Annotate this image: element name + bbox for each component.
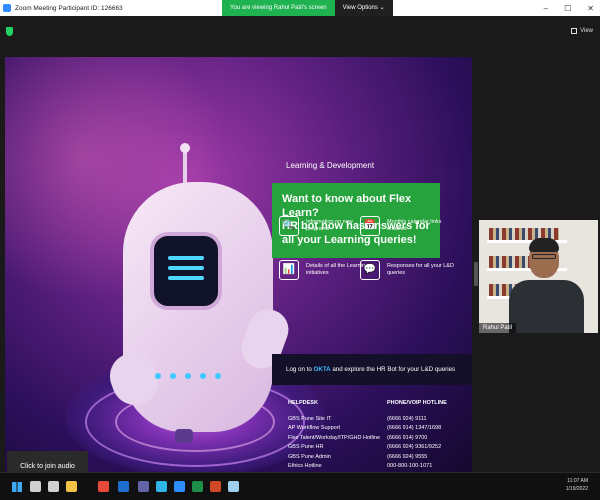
helpdesk-row: GBS Pune HR (6666 924) 9361/9252 xyxy=(288,443,468,452)
feature-item: 📅 Monthly calendar links enabled xyxy=(360,216,457,236)
system-clock[interactable]: 11:07 AM 1/19/2022 xyxy=(566,477,588,493)
participant-body xyxy=(509,280,584,333)
robot-light xyxy=(200,373,206,379)
window-title: Zoom Meeting Participant ID: 126663 xyxy=(15,4,123,12)
robot-antenna xyxy=(183,147,187,187)
notepad-icon[interactable] xyxy=(228,481,239,492)
excel-icon[interactable] xyxy=(192,481,203,492)
helpdesk-name: Ethics Hotline xyxy=(288,463,322,470)
robot-mouth xyxy=(175,429,193,443)
helpdesk-phone: (6666 914) 1347/1698 xyxy=(387,425,442,432)
feature-item: 💬 Responses for all your L&D queries xyxy=(360,260,457,280)
feature-text: Monthly calendar links enabled xyxy=(387,219,442,232)
okta-suffix: and explore the HR Bot for your L&D quer… xyxy=(330,366,456,373)
participant-name: Rahul Patil xyxy=(479,323,517,333)
robot-face-screen xyxy=(150,232,222,310)
robot-eye-bar xyxy=(168,266,204,270)
helpdesk-row: GBS Pune Site IT (6666 924) 9111 xyxy=(288,415,468,424)
teams-icon[interactable] xyxy=(138,481,149,492)
helpdesk-phone: (6666 914) 9700 xyxy=(387,434,428,441)
window-controls: – ☐ ✕ xyxy=(544,0,594,16)
windows-start-icon[interactable] xyxy=(12,482,22,492)
viewing-screen-label: You are viewing Rahul Patil's screen xyxy=(222,0,335,16)
helpdesk-row: Flex Talent/Workday/ITP/GHD Hotline (666… xyxy=(288,434,468,443)
outlook-icon[interactable] xyxy=(118,481,129,492)
chat-response-icon: 💬 xyxy=(360,260,380,280)
okta-banner: Log on to OKTA and explore the HR Bot fo… xyxy=(272,354,472,385)
helpdesk-name: GBS Pune Admin xyxy=(288,453,331,460)
robot-light xyxy=(170,373,176,379)
task-view-icon[interactable] xyxy=(48,481,59,492)
helpdesk-phone: (6666 924) 9555 xyxy=(387,453,428,460)
file-explorer-icon[interactable] xyxy=(66,481,77,492)
presentation-icon: 📊 xyxy=(279,260,299,280)
calendar-icon: 📅 xyxy=(360,216,380,236)
windows-taskbar: 11:07 AM 1/19/2022 xyxy=(0,472,600,500)
robot-eye-bar xyxy=(168,276,204,280)
helpdesk-row: Ethics Hotline 000-800-100-1071 xyxy=(288,462,468,471)
clock-time: 11:07 AM xyxy=(567,478,588,484)
security-shield-icon[interactable] xyxy=(6,27,13,36)
helpdesk-name: Flex Talent/Workday/ITP/GHD Hotline xyxy=(288,434,381,441)
robot-antenna-tip xyxy=(180,143,190,153)
grid-view-icon xyxy=(571,28,578,34)
close-button[interactable]: ✕ xyxy=(587,4,594,13)
search-icon[interactable] xyxy=(30,481,41,492)
feature-text: Responses for all your L&D queries xyxy=(387,263,454,276)
edge-icon[interactable] xyxy=(156,481,167,492)
view-options-button[interactable]: View Options ⌄ xyxy=(334,0,393,16)
helpdesk-name: GBS Pune Site IT xyxy=(288,416,332,422)
helpdesk-column-header: HELPDESK xyxy=(288,400,318,406)
helpdesk-row: AP Workflow Support (6666 914) 1347/1698 xyxy=(288,424,468,433)
minimize-button[interactable]: – xyxy=(544,4,548,13)
robot-light xyxy=(155,373,161,379)
okta-prefix: Log on to xyxy=(286,366,314,373)
helpdesk-phone: (6666 924) 9111 xyxy=(387,416,427,422)
helpdesk-phone: 000-800-100-1071 xyxy=(387,463,433,470)
shared-screen: Learning & Development Want to know abou… xyxy=(5,57,472,475)
helpdesk-phone: (6666 924) 9361/9252 xyxy=(387,444,442,451)
zoom-app-icon xyxy=(3,4,11,12)
okta-link[interactable]: OKTA xyxy=(314,366,331,373)
zoom-icon[interactable] xyxy=(174,481,185,492)
robot-light xyxy=(185,373,191,379)
helpdesk-table: HELPDESK PHONE/VOIP HOTLINE GBS Pune Sit… xyxy=(288,400,468,471)
maximize-button[interactable]: ☐ xyxy=(564,4,571,13)
view-button[interactable]: View xyxy=(571,28,593,34)
robot-light xyxy=(215,373,221,379)
section-title: Learning & Development xyxy=(286,161,375,170)
robot-eye-bar xyxy=(168,256,204,260)
clock-date: 1/19/2022 xyxy=(565,486,588,492)
chrome-icon[interactable] xyxy=(98,481,109,492)
robot-lights xyxy=(155,373,221,379)
helpdesk-header: HELPDESK PHONE/VOIP HOTLINE xyxy=(288,400,468,406)
helpdesk-name: AP Workflow Support xyxy=(288,425,341,432)
participant-video-tile[interactable]: Rahul Patil xyxy=(479,220,598,333)
powerpoint-icon[interactable] xyxy=(210,481,221,492)
meeting-top-bar: View xyxy=(0,16,600,50)
share-banner: You are viewing Rahul Patil's screen Vie… xyxy=(222,0,393,16)
panel-resize-handle[interactable] xyxy=(474,262,478,286)
participant-glasses xyxy=(532,254,556,259)
view-button-label: View xyxy=(580,28,593,34)
helpdesk-row: GBS Pune Admin (6666 924) 9555 xyxy=(288,453,468,462)
hotline-column-header: PHONE/VOIP HOTLINE xyxy=(387,400,447,406)
helpdesk-name: GBS Pune HR xyxy=(288,444,324,451)
participant-hair xyxy=(529,238,559,252)
document-search-icon: 🔍 xyxy=(279,216,299,236)
